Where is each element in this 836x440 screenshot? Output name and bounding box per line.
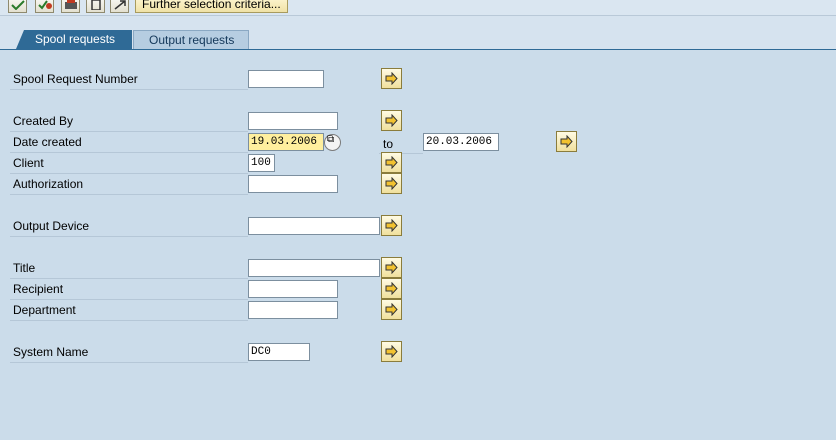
print-icon — [65, 0, 77, 9]
tab-output-requests[interactable]: Output requests — [133, 30, 249, 49]
spool-request-number-label: Spool Request Number — [13, 72, 138, 86]
department-input[interactable] — [248, 301, 338, 319]
multiple-selection-button[interactable] — [381, 68, 402, 89]
system-name-input[interactable]: DC0 — [248, 343, 310, 361]
execute-button[interactable] — [8, 0, 27, 13]
field-underline — [10, 236, 248, 237]
arrow-right-icon — [560, 135, 573, 148]
output-device-input[interactable] — [248, 217, 380, 235]
arrow-right-icon — [385, 261, 398, 274]
client-label: Client — [13, 156, 44, 170]
date-created-from-input[interactable]: 19.03.2006 — [248, 133, 324, 151]
arrow-right-icon — [385, 72, 398, 85]
value-help-icon[interactable] — [324, 134, 341, 151]
field-underline — [10, 362, 248, 363]
authorization-input[interactable] — [248, 175, 338, 193]
date-created-to-input[interactable]: 20.03.2006 — [423, 133, 499, 151]
created-by-label: Created By — [13, 114, 74, 128]
created-by-input[interactable] — [248, 112, 338, 130]
arrow-right-icon — [385, 177, 398, 190]
print-button[interactable] — [61, 0, 80, 13]
application-toolbar: Further selection criteria... — [0, 0, 836, 16]
multiple-selection-button[interactable] — [381, 278, 402, 299]
multi-select-button[interactable] — [35, 0, 54, 13]
multiple-selection-button[interactable] — [381, 299, 402, 320]
multi-select-icon — [38, 0, 52, 10]
title-input[interactable] — [248, 259, 380, 277]
execute-icon — [11, 0, 25, 10]
field-underline — [10, 89, 248, 90]
arrow-right-icon — [385, 282, 398, 295]
client-input[interactable]: 100 — [248, 154, 275, 172]
tab-spool-requests[interactable]: Spool requests — [16, 30, 132, 49]
multiple-selection-button[interactable] — [381, 341, 402, 362]
output-device-label: Output Device — [13, 219, 90, 233]
multiple-selection-button[interactable] — [381, 110, 402, 131]
title-label: Title — [13, 261, 36, 275]
field-underline — [10, 320, 248, 321]
further-selection-criteria-button[interactable]: Further selection criteria... — [135, 0, 288, 13]
multiple-selection-button[interactable] — [381, 173, 402, 194]
date-created-label: Date created — [13, 135, 82, 149]
multiple-selection-button[interactable] — [381, 257, 402, 278]
arrow-right-icon — [385, 345, 398, 358]
spool-request-number-input[interactable] — [248, 70, 324, 88]
enlarge-button[interactable] — [110, 0, 129, 13]
selection-panel — [0, 49, 836, 440]
field-underline — [10, 152, 248, 153]
field-underline — [10, 194, 248, 195]
authorization-label: Authorization — [13, 177, 84, 191]
arrow-right-icon — [385, 219, 398, 232]
multiple-selection-button[interactable] — [381, 152, 402, 173]
system-name-label: System Name — [13, 345, 89, 359]
delete-button[interactable] — [86, 0, 105, 13]
arrow-right-icon — [385, 156, 398, 169]
multiple-selection-button[interactable] — [556, 131, 577, 152]
to-label: to — [383, 137, 394, 151]
delete-icon — [91, 0, 101, 10]
arrow-right-icon — [385, 303, 398, 316]
enlarge-icon — [114, 0, 126, 10]
recipient-label: Recipient — [13, 282, 64, 296]
recipient-input[interactable] — [248, 280, 338, 298]
multiple-selection-button[interactable] — [381, 215, 402, 236]
arrow-right-icon — [385, 114, 398, 127]
department-label: Department — [13, 303, 76, 317]
